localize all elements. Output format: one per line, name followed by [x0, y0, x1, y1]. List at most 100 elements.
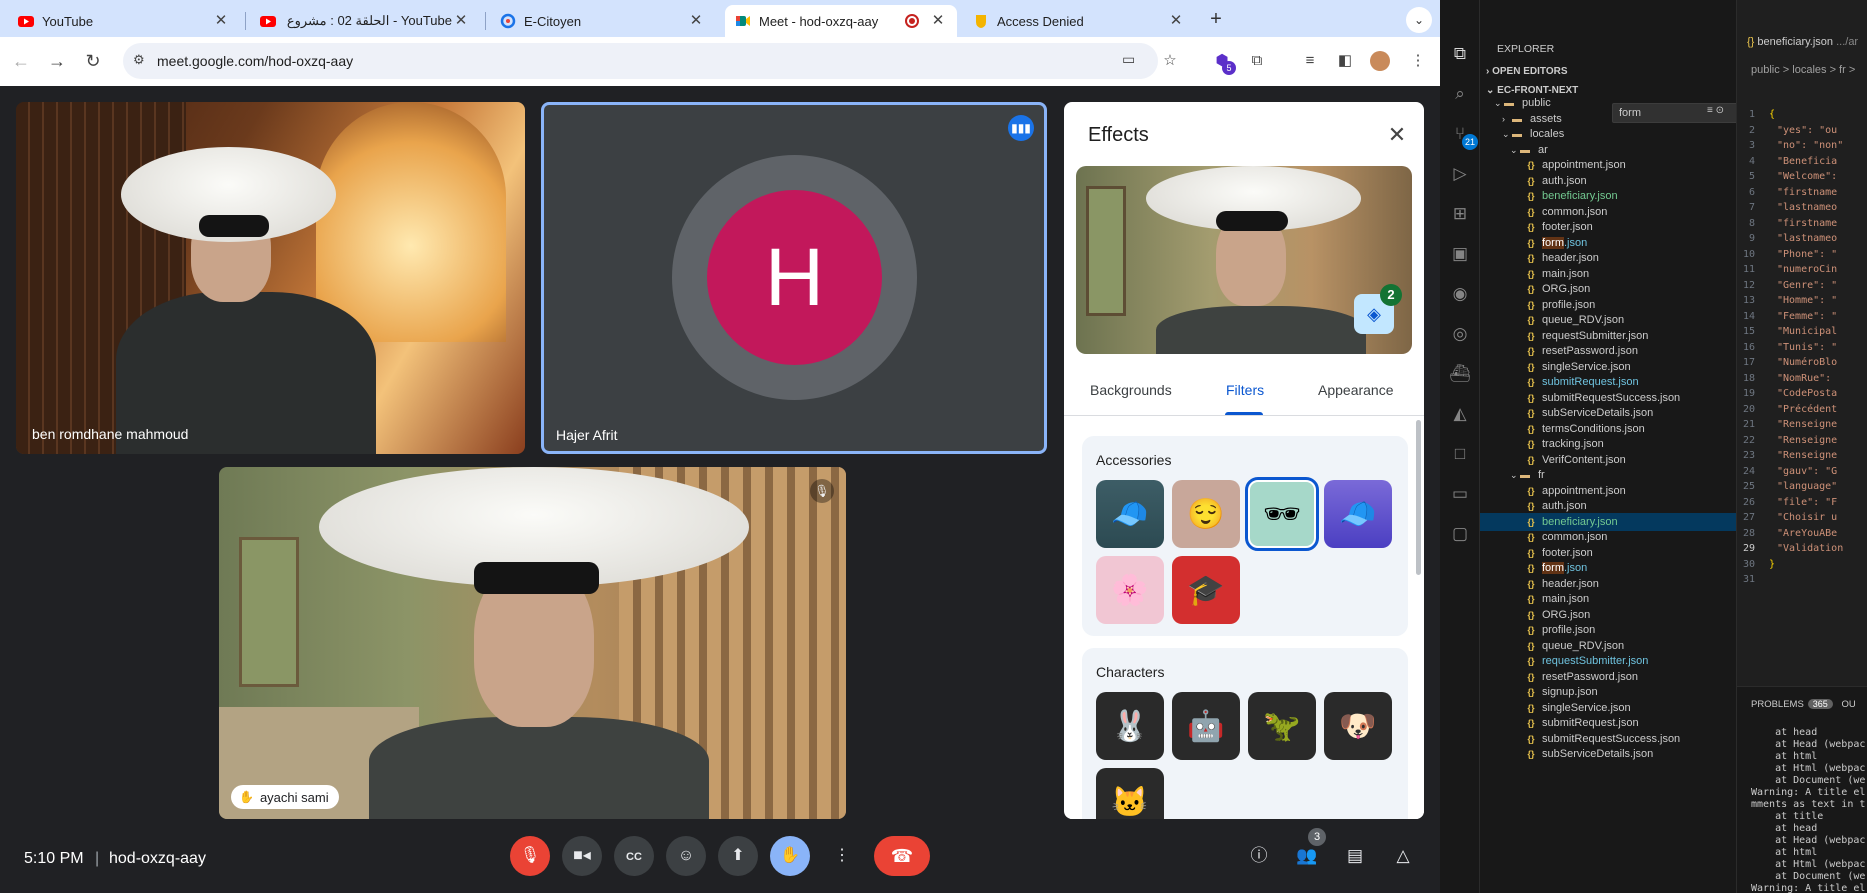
square-icon[interactable]: □	[1448, 442, 1472, 466]
people-button[interactable]: 👥	[1293, 842, 1321, 870]
close-icon[interactable]: ✕	[1384, 122, 1410, 148]
bottom-panel: PROBLEMS 365 OU at head at Head (webpac a…	[1737, 686, 1867, 893]
activities-button[interactable]: △	[1389, 842, 1417, 870]
url-text[interactable]: meet.google.com/hod-oxzq-aay	[157, 53, 353, 69]
code-line: 24 "gauv": "G	[1742, 465, 1838, 477]
scrollbar[interactable]	[1416, 420, 1421, 575]
address-bar[interactable]: ⚙ meet.google.com/hod-oxzq-aay ▭	[123, 43, 1158, 79]
tab-meet[interactable]: Meet - hod-oxzq-aay ✕	[725, 5, 957, 37]
tree-item-label: submitRequestSuccess.json	[1542, 732, 1681, 745]
raise-hand-button[interactable]: ✋	[770, 836, 810, 876]
side-panel-icon[interactable]: ◧	[1333, 49, 1357, 73]
present-button[interactable]: ⬆	[718, 836, 758, 876]
robot-icon[interactable]: 🤖	[1172, 692, 1240, 760]
close-icon[interactable]: ✕	[929, 12, 947, 30]
media-controls-icon[interactable]: ≡	[1298, 49, 1322, 73]
gitlens-icon[interactable]: ◎	[1448, 322, 1472, 346]
azure-icon[interactable]: ◭	[1448, 402, 1472, 426]
close-icon[interactable]: ✕	[212, 12, 230, 30]
tree-item-label: tracking.json	[1542, 438, 1604, 450]
tab-youtube-series[interactable]: YouTube - الحلقة 02 : مشروع " تم ✕	[250, 5, 480, 37]
editor-tab[interactable]: {} beneficiary.json .../ar	[1737, 36, 1867, 58]
extensions-puzzle-icon[interactable]: ⧉	[1245, 49, 1269, 73]
leave-call-button[interactable]: ☎	[874, 836, 930, 876]
meeting-info-button[interactable]: ⓘ	[1245, 842, 1273, 870]
reactions-button[interactable]: ☺	[666, 836, 706, 876]
code-line: 22 "Renseigne	[1742, 434, 1838, 446]
dino-icon[interactable]: 🦖	[1248, 692, 1316, 760]
profile-avatar[interactable]	[1368, 49, 1392, 73]
breadcrumb[interactable]: public > locales > fr >	[1751, 64, 1855, 76]
tree-item-label: header.json	[1542, 577, 1599, 590]
filter-options-icon[interactable]: ≡ ⊙	[1707, 105, 1724, 116]
remote-explorer-icon[interactable]: ▣	[1448, 242, 1472, 266]
tab-youtube[interactable]: YouTube ✕	[8, 5, 240, 37]
video-tile-self[interactable]: 🎙 ✋ ayachi sami	[219, 467, 846, 819]
camera-in-use-icon[interactable]: ▭	[1122, 51, 1135, 68]
video-tile-participant-1[interactable]: ben romdhane mahmoud	[16, 102, 525, 454]
effects-list[interactable]: Accessories 🧢 😌 🕶 🧢 🌸 🎓 Characters 🐰 🤖 🦖…	[1070, 416, 1424, 819]
back-icon[interactable]: ←	[10, 50, 32, 72]
code-line: 10 "Phone": "	[1742, 248, 1838, 260]
cat-icon[interactable]: 🐱	[1096, 768, 1164, 819]
participant-name: ayachi sami	[259, 789, 329, 805]
bookmark-star-icon[interactable]: ☆	[1158, 49, 1182, 73]
folder-icon[interactable]: ▭	[1448, 482, 1472, 506]
search-icon[interactable]: ⌕	[1448, 82, 1472, 106]
source-control-badge: 21	[1462, 134, 1478, 150]
code-line: 3 "no": "non"	[1748, 140, 1844, 151]
tree-filter-input[interactable]: form	[1612, 103, 1752, 123]
face-mask-icon[interactable]: 😌	[1172, 480, 1240, 548]
beanie-icon[interactable]: 🧢	[1096, 480, 1164, 548]
menu-icon[interactable]: ⋮	[1406, 49, 1430, 73]
explorer-icon[interactable]: ⧉	[1448, 42, 1472, 66]
extension-icon[interactable]: ⬢ 5	[1210, 49, 1236, 75]
reload-icon[interactable]: ↻	[82, 50, 104, 72]
github-icon[interactable]: ◉	[1448, 282, 1472, 306]
code-line: 16 "Tunis": "	[1742, 341, 1838, 353]
bunny-icon[interactable]: 🐰	[1096, 692, 1164, 760]
sun-hat-glasses-icon[interactable]: 🕶	[1245, 477, 1319, 551]
code-line: 15 "Municipal	[1742, 326, 1838, 337]
tab-title: YouTube	[42, 13, 94, 29]
tree-item-label: VerifContent.json	[1542, 453, 1626, 466]
tab-ecitoyen[interactable]: E-Citoyen ✕	[490, 5, 715, 37]
tree-item-label: form.json	[1542, 236, 1588, 249]
open-editors-section[interactable]: › OPEN EDITORS	[1486, 66, 1568, 77]
new-tab-button[interactable]: +	[1204, 8, 1228, 32]
mic-toggle-button[interactable]: 🎙	[510, 836, 550, 876]
panel-tabs[interactable]: PROBLEMS 365 OU	[1751, 699, 1856, 710]
code-line: 14 "Femme": "	[1742, 310, 1838, 322]
dog-icon[interactable]: 🐶	[1324, 692, 1392, 760]
tree-item-label: locales	[1530, 128, 1565, 140]
more-options-button[interactable]: ⋮	[822, 836, 862, 876]
comments-icon[interactable]: ▢	[1448, 522, 1472, 546]
run-debug-icon[interactable]: ▷	[1448, 162, 1472, 186]
tab-appearance[interactable]: Appearance	[1318, 382, 1394, 398]
close-icon[interactable]: ✕	[687, 12, 705, 30]
camera-toggle-button[interactable]: ■◂	[562, 836, 602, 876]
close-icon[interactable]: ✕	[1167, 12, 1185, 30]
activity-bar: ⧉ ⌕ ⑂ 21 ▷ ⊞ ▣ ◉ ◎ ⛴ ◭ □ ▭ ▢	[1440, 0, 1480, 893]
captions-button[interactable]: CC	[614, 836, 654, 876]
tab-backgrounds[interactable]: Backgrounds	[1090, 382, 1172, 398]
close-icon[interactable]: ✕	[452, 12, 470, 30]
video-tile-participant-2[interactable]: H ▮▮▮ Hajer Afrit	[541, 102, 1047, 454]
tree-item-label: appointment.json	[1542, 484, 1626, 497]
code-line: 18 "NomRue":	[1742, 372, 1832, 384]
site-info-icon[interactable]: ⚙	[133, 52, 145, 68]
extensions-icon[interactable]: ⊞	[1448, 202, 1472, 226]
tab-search-button[interactable]: ⌄	[1406, 7, 1432, 33]
cherry-blossom-icon[interactable]: 🌸	[1096, 556, 1164, 624]
forward-icon[interactable]: →	[46, 50, 68, 72]
youtube-icon	[18, 16, 34, 27]
chat-button[interactable]: ▤	[1341, 842, 1369, 870]
docker-icon[interactable]: ⛴	[1448, 362, 1472, 386]
tree-item-label: auth.json	[1542, 174, 1587, 187]
tree-item-label: footer.json	[1542, 546, 1593, 559]
tab-filters[interactable]: Filters	[1226, 382, 1264, 398]
tab-access-denied[interactable]: Access Denied ✕	[963, 5, 1195, 37]
tree-file[interactable]: {} subServiceDetails.json	[1480, 745, 1776, 763]
graduation-cap-icon[interactable]: 🎓	[1172, 556, 1240, 624]
cap-visor-icon[interactable]: 🧢	[1324, 480, 1392, 548]
